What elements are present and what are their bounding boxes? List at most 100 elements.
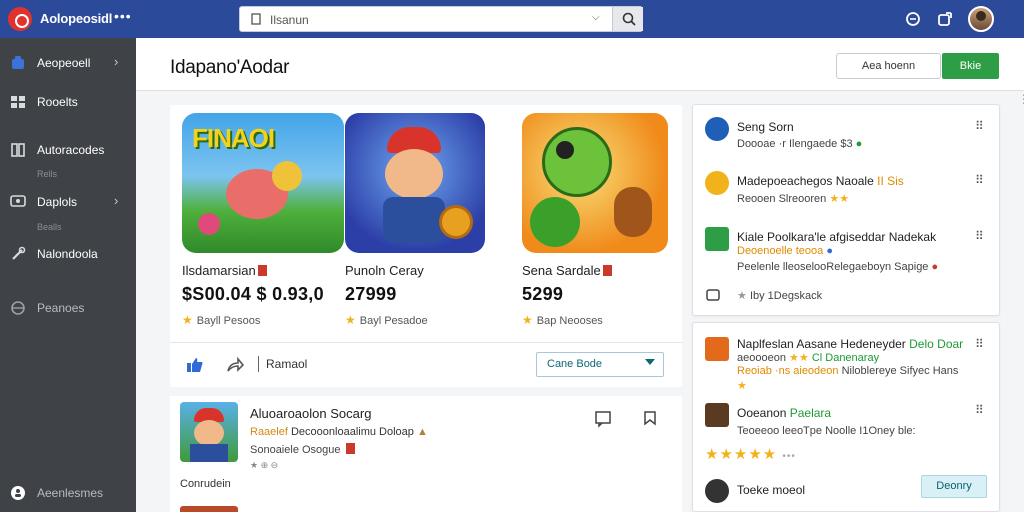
star-icon: ★ bbox=[182, 313, 193, 327]
main-content: Idapano'Aodar Aea hoenn Bkie ⋮ FINAOI Il… bbox=[136, 38, 1024, 512]
featured-game-card[interactable]: Punoln Ceray 27999 ★ Bayl Pesadoe bbox=[345, 113, 485, 327]
game-name: Punoln Ceray bbox=[345, 263, 424, 278]
game-name: Ilsdamarsian bbox=[182, 263, 344, 278]
app-logo-icon[interactable] bbox=[8, 7, 32, 31]
sidebar-item-label: Aeopeoell bbox=[37, 56, 91, 70]
item-title: Ooeanon Paelara bbox=[737, 406, 832, 420]
game-rating: ★ Bayl Pesadoe bbox=[345, 313, 428, 327]
page-header: Idapano'Aodar Aea hoenn Bkie bbox=[136, 38, 1024, 91]
message-icon bbox=[706, 289, 720, 301]
item-title: ★ Iby 1Degskack bbox=[737, 290, 823, 302]
sidebar-item-label: Peanoes bbox=[37, 301, 85, 315]
game-price: $S00.04 $ 0.93,0 bbox=[182, 284, 324, 304]
sidebar-item-label: Autoracodes bbox=[37, 143, 105, 157]
sidebar: Aeopeoell › Rooelts Autoracodes Rells Da… bbox=[0, 38, 136, 512]
tag-button[interactable]: Deonry bbox=[921, 475, 987, 498]
item-subtitle: Deoenoelle teooa ● bbox=[737, 245, 833, 257]
game-logo-text: FINAOI bbox=[192, 123, 275, 153]
app-menu-button[interactable]: ••• bbox=[114, 8, 132, 24]
sidebar-item-nalondoola[interactable]: Nalondoola bbox=[0, 239, 136, 269]
more-icon[interactable]: ⠿ bbox=[975, 337, 984, 351]
game-price: 5299 bbox=[522, 284, 564, 304]
sidebar-item-home[interactable]: Aeopeoell › bbox=[0, 48, 136, 78]
sidebar-item-autoracodes[interactable]: Autoracodes bbox=[0, 135, 136, 165]
divider bbox=[258, 356, 259, 372]
share-arrow-icon[interactable] bbox=[226, 356, 244, 374]
game-rating: ★ Bayll Pesoos bbox=[182, 313, 261, 327]
item-detail: ★ bbox=[737, 380, 747, 392]
item-title: Madepoeachegos Naoale II Sis bbox=[737, 174, 904, 188]
sidebar-item-daplols[interactable]: Daplols › bbox=[0, 187, 136, 217]
search-button[interactable] bbox=[612, 7, 643, 31]
item-detail: Reoiab ·ns aieodeon Niloblereye Sifyec H… bbox=[737, 365, 959, 377]
app-icon bbox=[705, 403, 729, 427]
comment-icon[interactable] bbox=[594, 410, 612, 428]
chevron-right-icon: › bbox=[114, 193, 119, 208]
item-title: Toeke moeol bbox=[737, 483, 806, 497]
user-icon bbox=[705, 117, 729, 141]
item-title: Kiale Poolkara'le afgiseddar Nadekak bbox=[737, 230, 937, 244]
sidebar-item-label: Nalondoola bbox=[37, 247, 98, 261]
page-title: Idapano'Aodar bbox=[170, 57, 290, 78]
game-thumbnail[interactable]: FINAOI bbox=[182, 113, 344, 253]
app-icon bbox=[705, 337, 729, 361]
item-subtitle: Reooen Slreooren ★★ bbox=[737, 193, 850, 205]
game-thumbnail[interactable] bbox=[522, 113, 668, 253]
featured-game-card[interactable]: Sena Sardale 5299 ★ Bap Neooses bbox=[522, 113, 668, 327]
clock-icon bbox=[705, 479, 729, 503]
list-item-thumbnail[interactable] bbox=[180, 506, 238, 512]
sidebar-subitem[interactable]: Bealls bbox=[37, 222, 62, 232]
notifications-icon[interactable] bbox=[904, 10, 922, 28]
action-bar: Ramaol Cane Bode bbox=[170, 342, 682, 386]
book-icon bbox=[11, 143, 25, 157]
like-icon[interactable] bbox=[186, 356, 204, 374]
app-title[interactable]: Aolopeosidl bbox=[40, 11, 112, 26]
chevron-down-icon bbox=[645, 359, 655, 365]
star-rating: ★★★★★ ••• bbox=[705, 446, 796, 463]
filter-icon bbox=[251, 13, 261, 25]
monitor-icon bbox=[10, 195, 26, 207]
more-icon[interactable]: ⠿ bbox=[975, 403, 984, 417]
sort-dropdown[interactable]: Cane Bode bbox=[536, 352, 664, 377]
activity-card: Seng Sorn Doooae ·r Ilengaede $3 ● ⠿ Mad… bbox=[692, 104, 1000, 316]
game-thumbnail[interactable] bbox=[345, 113, 485, 253]
list-item-thumbnail[interactable] bbox=[180, 402, 238, 462]
star-icon: ★ bbox=[345, 313, 356, 327]
more-icon[interactable]: ⋮ bbox=[1018, 92, 1024, 106]
list-footer[interactable]: Conrudein bbox=[180, 478, 231, 490]
search-bar[interactable]: Ilsanun ⌵ bbox=[239, 6, 643, 32]
top-bar: Aolopeosidl ••• Ilsanun ⌵ bbox=[0, 0, 1024, 38]
dropdown-value: Cane Bode bbox=[547, 358, 603, 370]
featured-game-card[interactable]: FINAOI Ilsdamarsian $S00.04 $ 0.93,0 ★ Ba… bbox=[182, 113, 344, 327]
star-icon: ★ bbox=[522, 313, 533, 327]
sidebar-subitem[interactable]: Rells bbox=[37, 169, 57, 179]
chevron-down-icon[interactable]: ⌵ bbox=[592, 12, 600, 23]
avatar[interactable] bbox=[968, 6, 994, 32]
more-icon[interactable]: ⠿ bbox=[975, 229, 984, 243]
more-icon[interactable]: ⠿ bbox=[975, 119, 984, 133]
sidebar-item-reports[interactable]: Rooelts bbox=[0, 87, 136, 117]
item-detail: Peelenle lleoselooRelegaeboyn Sapige ● bbox=[737, 261, 939, 273]
game-rating: ★ Bap Neooses bbox=[522, 313, 603, 327]
wrench-icon bbox=[12, 246, 26, 260]
feed-card: Naplfeslan Aasane Hedeneyder Delo Doar a… bbox=[692, 322, 1000, 512]
home-icon bbox=[12, 56, 24, 69]
list-item-detail: Sonoaiele Osogue bbox=[250, 443, 355, 456]
sidebar-footer-item[interactable]: Aeenlesmes bbox=[0, 478, 136, 508]
share-icon[interactable] bbox=[936, 10, 954, 28]
search-icon bbox=[622, 12, 636, 26]
game-name: Sena Sardale bbox=[522, 263, 668, 278]
action-label: Ramaol bbox=[266, 357, 308, 371]
bookmark-icon[interactable] bbox=[642, 410, 658, 426]
sidebar-item-peanoes[interactable]: Peanoes bbox=[0, 293, 136, 323]
more-icon[interactable]: ⠿ bbox=[975, 173, 984, 187]
item-subtitle: Teoeeoo leeoTpe Noolle I1Oney ble: bbox=[737, 425, 916, 437]
secondary-button[interactable]: Aea hoenn bbox=[836, 53, 941, 79]
sidebar-item-label: Daplols bbox=[37, 195, 78, 209]
list-item-subtitle: Raaelef Decooonloaalimu Doloap ▲ bbox=[250, 426, 428, 438]
list-item-meta: ★ ⊕ ⊖ bbox=[250, 460, 279, 470]
grid-icon bbox=[11, 96, 25, 108]
list-item-title[interactable]: Aluoaroaolon Socarg bbox=[250, 406, 371, 421]
search-input[interactable]: Ilsanun bbox=[270, 13, 309, 27]
primary-button[interactable]: Bkie bbox=[942, 53, 999, 79]
